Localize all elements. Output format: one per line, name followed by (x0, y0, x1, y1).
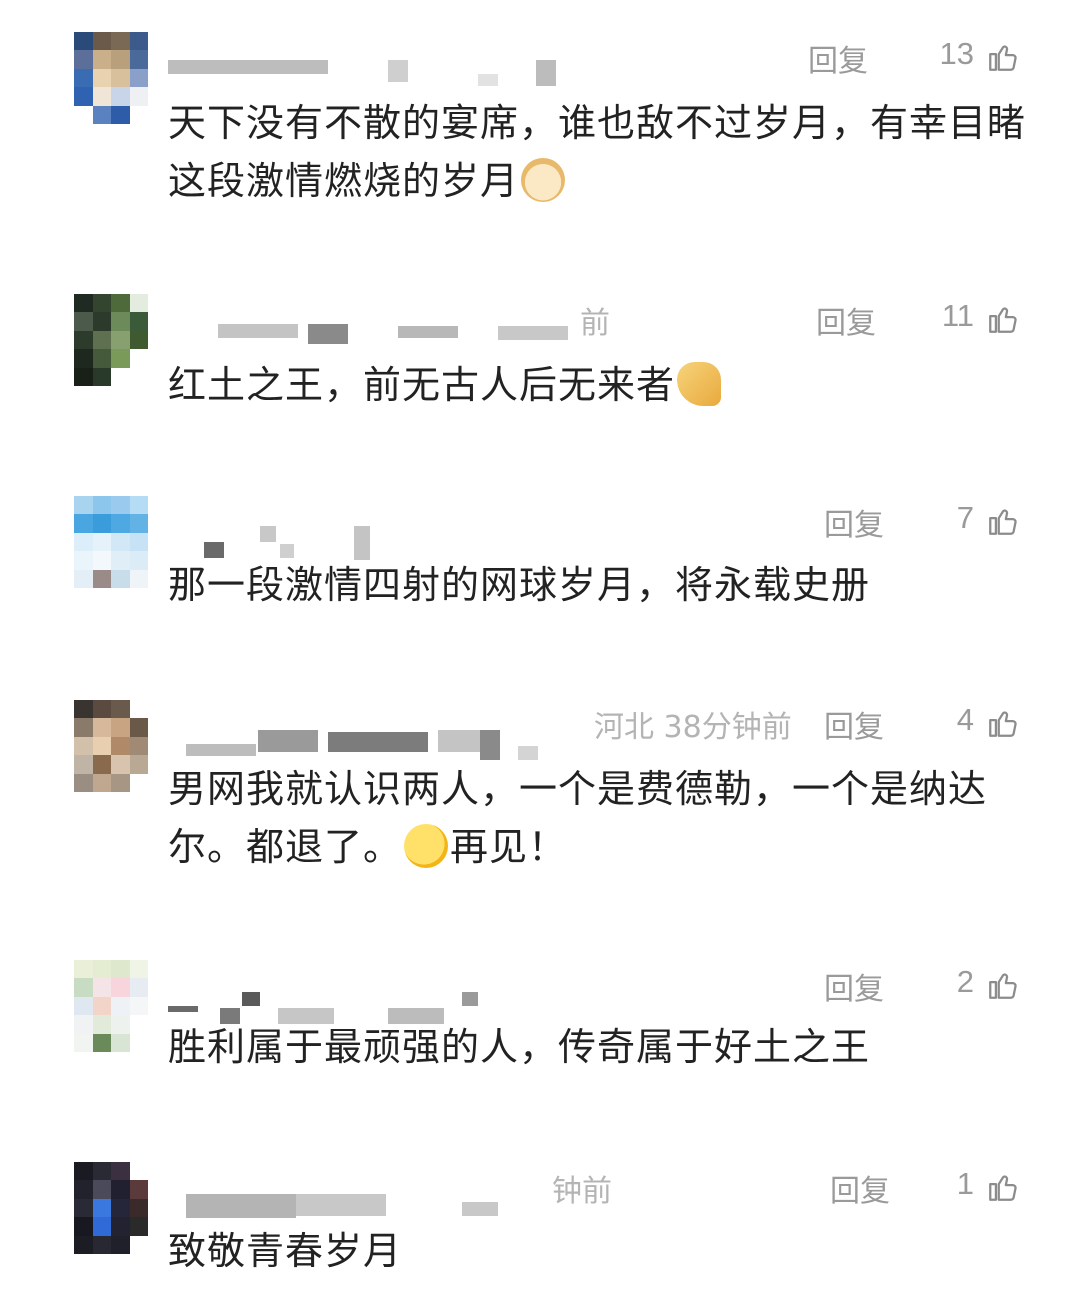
comment-body: 那一段激情四射的网球岁月，将永载史册 (168, 563, 871, 607)
thumbs-up-icon[interactable] (986, 40, 1020, 74)
username-blurred[interactable] (168, 704, 598, 760)
comment-time: 河北 38分钟前 (594, 710, 792, 745)
reply-button[interactable]: 回复 (816, 298, 876, 342)
comment-text: 天下没有不散的宴席，谁也敌不过岁月，有幸目睹这段激情燃烧的岁月 (168, 94, 1028, 210)
like-count: 2 (956, 964, 974, 999)
like-count: 7 (956, 500, 974, 535)
avatar[interactable] (74, 32, 148, 124)
thinking-face-icon (404, 824, 449, 868)
avatar[interactable] (74, 700, 148, 792)
comment-body: 红土之王，前无古人后无来者 (168, 363, 676, 407)
avatar[interactable] (74, 496, 148, 588)
like-count: 4 (956, 702, 974, 737)
avatar[interactable] (74, 1162, 148, 1254)
comment-body: 天下没有不散的宴席，谁也敌不过岁月，有幸目睹这段激情燃烧的岁月 (168, 101, 1027, 203)
username-blurred[interactable] (168, 502, 598, 560)
comment-body: 胜利属于最顽强的人，传奇属于好土之王 (168, 1025, 871, 1069)
clasped-hands-icon (677, 362, 722, 406)
doge-face-icon (521, 158, 566, 202)
thumbs-up-icon[interactable] (986, 968, 1020, 1002)
reply-button[interactable]: 回复 (808, 36, 868, 80)
reply-button[interactable]: 回复 (824, 500, 884, 544)
username-blurred[interactable] (168, 300, 598, 344)
comment-body: 男网我就认识两人，一个是费德勒，一个是纳达尔。都退了。 (168, 767, 988, 869)
like-count: 1 (956, 1166, 974, 1201)
thumbs-up-icon[interactable] (986, 504, 1020, 538)
like-count: 11 (941, 298, 974, 333)
username-blurred[interactable] (168, 38, 598, 86)
thumbs-up-icon[interactable] (986, 1170, 1020, 1204)
like-count: 13 (939, 36, 974, 71)
reply-button[interactable]: 回复 (824, 964, 884, 1008)
reply-button[interactable]: 回复 (830, 1166, 890, 1210)
avatar[interactable] (74, 960, 148, 1052)
comment-text: 男网我就认识两人，一个是费德勒，一个是纳达尔。都退了。 再见！ (168, 760, 1028, 876)
comment-time: 前 (580, 306, 610, 341)
comment-time: 钟前 (552, 1174, 612, 1209)
thumbs-up-icon[interactable] (986, 706, 1020, 740)
reply-button[interactable]: 回复 (824, 702, 884, 746)
username-blurred[interactable] (168, 1168, 598, 1218)
avatar[interactable] (74, 294, 148, 386)
comment-text: 致敬青春岁月 (168, 1222, 1028, 1280)
comment-text: 红土之王，前无古人后无来者 (168, 356, 1028, 414)
comment-text: 胜利属于最顽强的人，传奇属于好土之王 (168, 1018, 1028, 1076)
comment-body-end: 再见！ (450, 825, 568, 869)
comment-body: 致敬青春岁月 (168, 1229, 403, 1273)
thumbs-up-icon[interactable] (986, 302, 1020, 336)
username-blurred[interactable] (168, 966, 598, 1024)
comment-text: 那一段激情四射的网球岁月，将永载史册 (168, 556, 1028, 614)
